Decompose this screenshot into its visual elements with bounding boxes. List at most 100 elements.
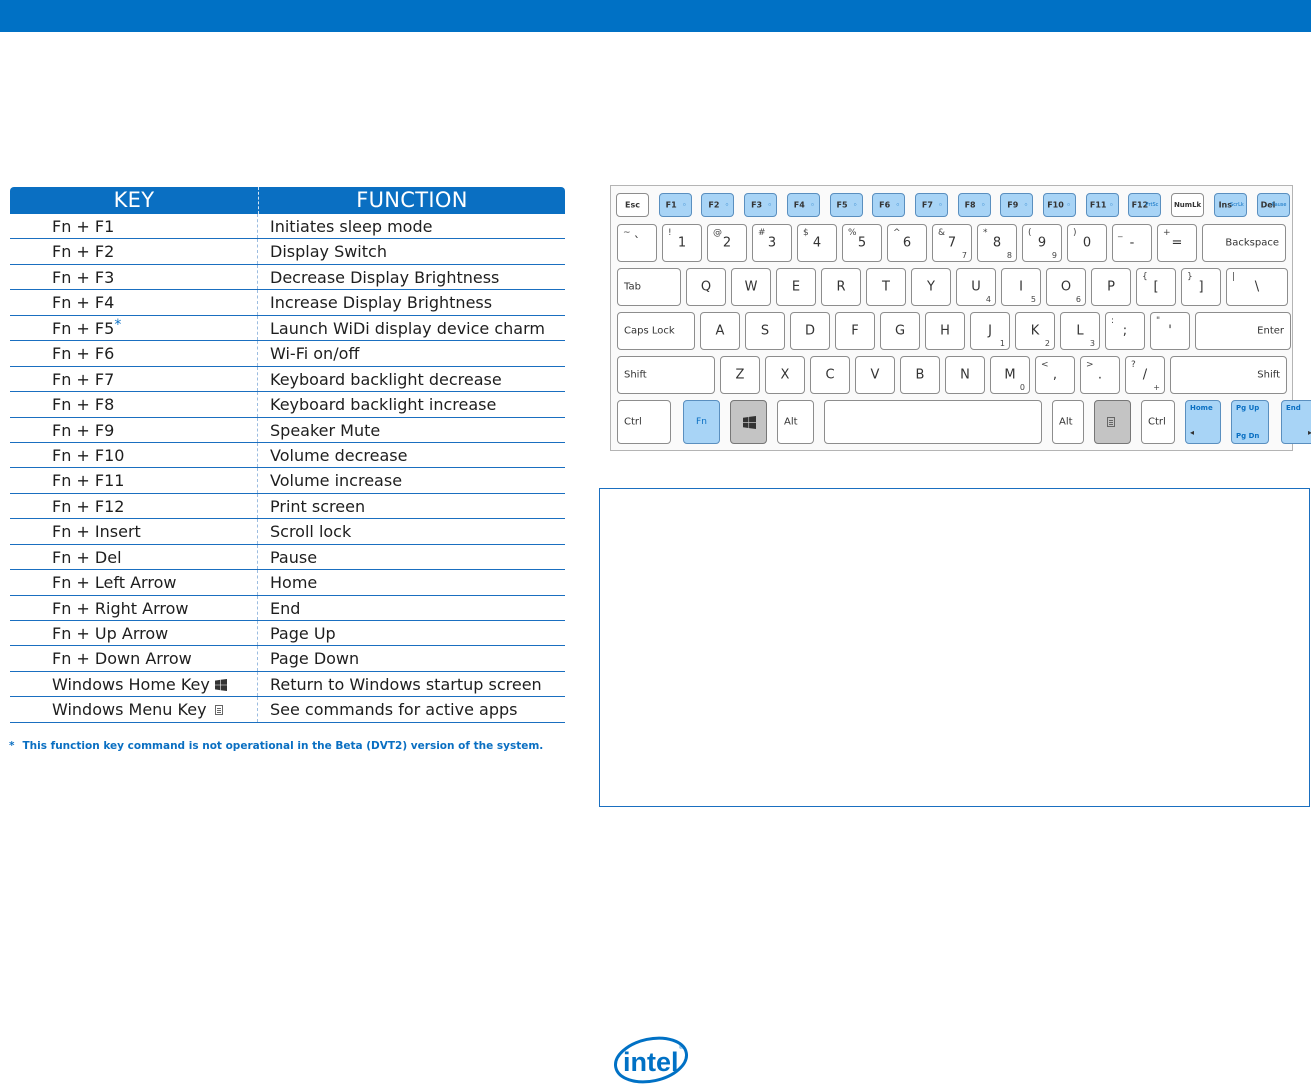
key-alt: Alt [777, 400, 814, 444]
key-label: Z [735, 367, 745, 383]
menu-key-icon [1107, 417, 1115, 427]
key-f11: F11 ◦ [1085, 193, 1119, 217]
row-key: Fn + Down Arrow [10, 646, 258, 671]
row-key-text: Fn + F4 [52, 293, 115, 313]
key-menu-key-icon [1094, 400, 1131, 444]
row-key: Fn + F6 [10, 341, 258, 366]
key-3: #3 [752, 224, 792, 262]
key-f: F [835, 312, 875, 350]
row-key-text: Fn + Right Arrow [52, 598, 189, 618]
top-banner [0, 0, 1311, 32]
key-7: & 7 7 [932, 224, 972, 262]
key-sublabel: PrtSc [1145, 202, 1159, 208]
left-arrow-icon: ◂ [1190, 428, 1195, 437]
key-label: C [825, 367, 835, 383]
key-r: R [821, 268, 861, 306]
row-function: Keyboard backlight increase [270, 395, 497, 415]
key-label: = [1171, 235, 1183, 251]
key-label: U [971, 279, 981, 295]
row-function: Launch WiDi display device charm [270, 318, 545, 338]
row-function: Home [270, 573, 318, 593]
key-label: Fn [696, 417, 707, 427]
key-label: 3 [767, 235, 777, 251]
key-1: ! 1 [662, 224, 702, 262]
key-label: 4 [812, 235, 822, 251]
key-`: ~ ` [617, 224, 657, 262]
key-label: \ [1254, 279, 1260, 295]
key-enter: Enter [1195, 312, 1291, 350]
key-f3: F3 ◦ [744, 193, 778, 217]
key-label: G [894, 323, 906, 339]
table-row: Fn + Up Arrow Page Up [10, 621, 565, 647]
key-8: * 8 8 [977, 224, 1017, 262]
key-v: V [855, 356, 895, 394]
row-function: Keyboard backlight decrease [270, 369, 502, 389]
widi-icon: ◦ [852, 200, 858, 210]
key-numlk: NumLk [1171, 193, 1205, 217]
key-numpad-label: 0 [1019, 383, 1025, 392]
row-key-text: Fn + Up Arrow [52, 624, 169, 643]
key-f5: F5 ◦ [829, 193, 863, 217]
key-label: L [1076, 323, 1084, 339]
row-key-text: Fn + Insert [52, 522, 141, 542]
row-key-text: Fn + Down Arrow [52, 649, 192, 669]
key-o: O6 [1046, 268, 1086, 306]
intel-logo-text: intel [623, 1047, 679, 1077]
row-key: Fn + Left Arrow [10, 570, 258, 595]
row-key-text: Fn + F9 [52, 420, 115, 440]
key-fn: Fn [683, 400, 720, 444]
keyboard-diagram: Esc F1 ◦ F2 ◦ F3 ◦ F4 ◦ F5 ◦ F6 ◦ F7 ◦ F8 ◦ F9 ◦ F10 ◦ F11 ◦ F1… [610, 185, 1311, 451]
key-x: X [765, 356, 805, 394]
key-a: A [700, 312, 740, 350]
info-box [599, 488, 1310, 807]
svg-text:®: ® [679, 1044, 684, 1051]
row-function: Print screen [270, 496, 366, 516]
key-label: - [1129, 235, 1135, 251]
key-label: J [988, 323, 992, 339]
row-key-text: Fn + F6 [52, 344, 115, 364]
key-home: Home ◂ [1185, 400, 1221, 444]
key-ctrl: Ctrl [617, 400, 671, 444]
row-key-text: Fn + F10 [52, 445, 125, 465]
row-key-text: Fn + Del [52, 547, 122, 567]
key-j: J1 [970, 312, 1010, 350]
key-label: End [1286, 404, 1301, 412]
key-label: . [1097, 367, 1103, 383]
key-f6: F6 ◦ [872, 193, 906, 217]
key-d: D [790, 312, 830, 350]
key-shift: Shift [617, 356, 715, 394]
key-sublabel: Pg Dn [1236, 432, 1260, 440]
key-sublabel: Pause [1271, 202, 1287, 208]
key-p: P [1091, 268, 1131, 306]
shortcut-table: KEY FUNCTION Fn + F1 Initiates sleep mode… [10, 187, 565, 723]
key-f7: F7 ◦ [914, 193, 948, 217]
key-space [824, 400, 1042, 444]
key-e: E [776, 268, 816, 306]
key-label: , [1052, 367, 1058, 383]
key-;: :; [1105, 312, 1145, 350]
row-key: Fn + Up Arrow [10, 621, 258, 646]
key-0: ) 0 [1067, 224, 1107, 262]
table-row: Fn + F4 Increase Display Brightness [10, 290, 565, 316]
key-q: Q [686, 268, 726, 306]
row-key: Fn + F9 [10, 417, 258, 442]
key-numpad-label: 7 [961, 251, 967, 260]
key-label: [ [1153, 279, 1159, 295]
row-function: Display Switch [270, 242, 387, 262]
row-function: Speaker Mute [270, 420, 381, 440]
key-label: Esc [625, 200, 640, 210]
key-label: ] [1198, 279, 1204, 295]
key-g: G [880, 312, 920, 350]
row-key-text: Fn + F12 [52, 496, 125, 516]
key-label: P [1107, 279, 1115, 295]
key-numpad-label: 1 [999, 339, 1005, 348]
key-b: B [900, 356, 940, 394]
row-function: Return to Windows startup screen [270, 674, 542, 694]
key-caps-lock: Caps Lock [617, 312, 695, 350]
key-label: Enter [1257, 325, 1284, 337]
row-key-text: Windows Menu Key [52, 700, 207, 720]
table-row: Fn + F6 Wi-Fi on/off [10, 341, 565, 367]
key-numpad-label: 2 [1044, 339, 1050, 348]
table-row: Windows Home Key Return to Windows startu… [10, 671, 565, 698]
key-label: Tab [624, 281, 641, 293]
